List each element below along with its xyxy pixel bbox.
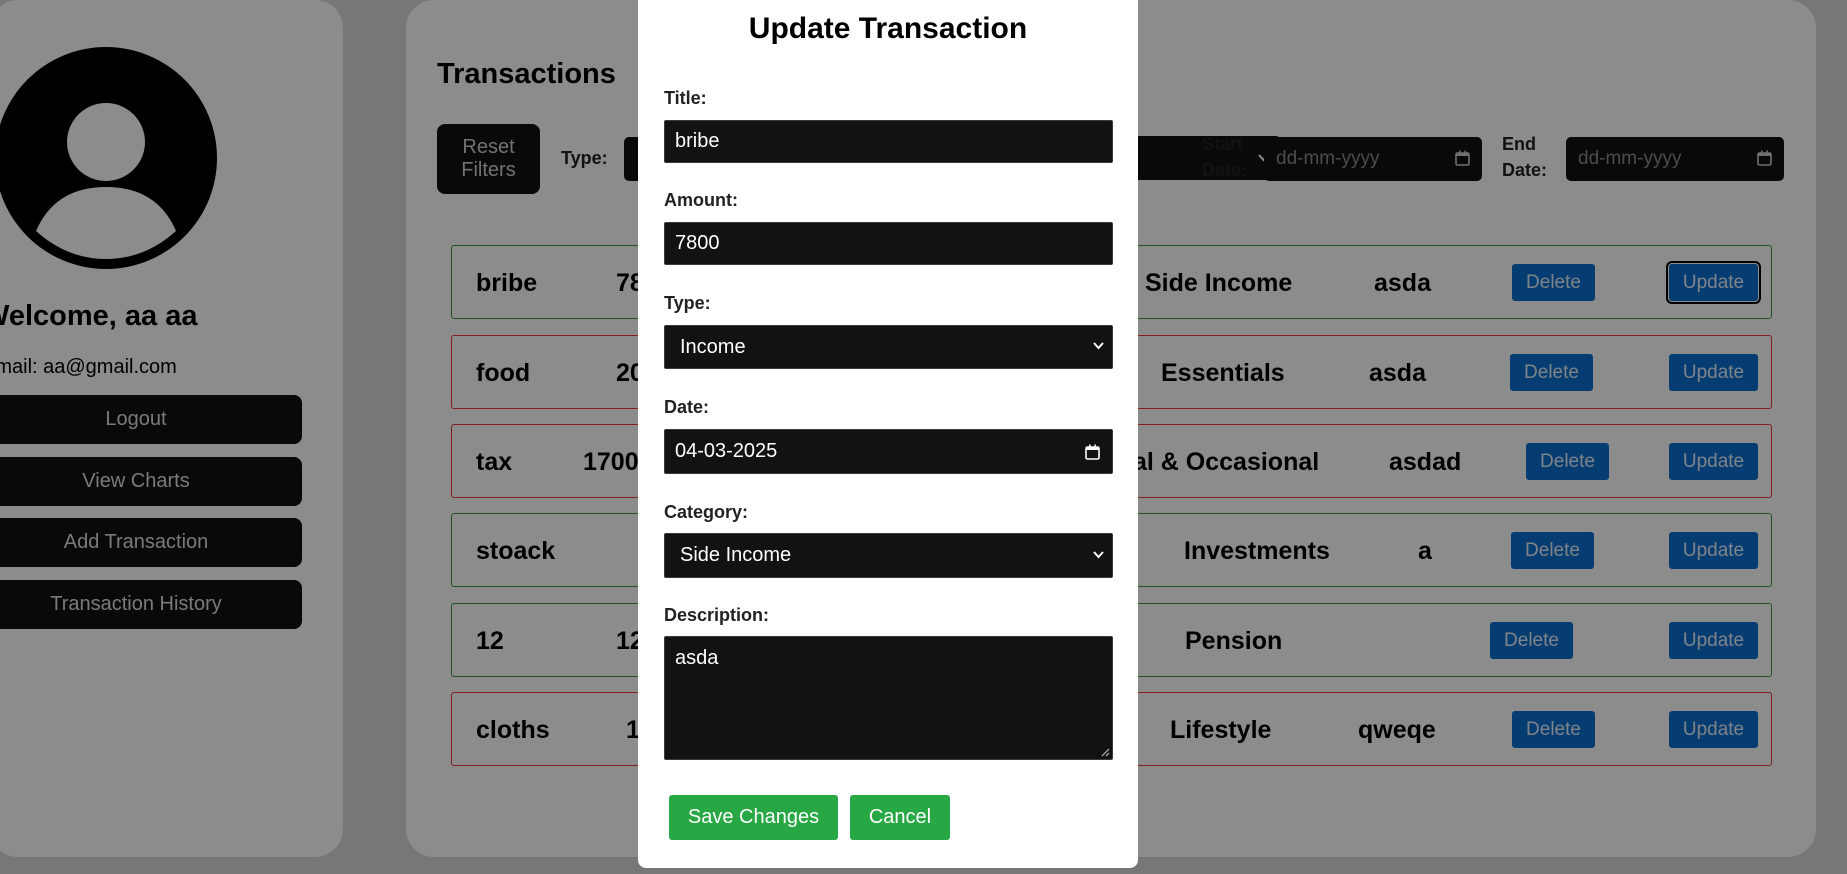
type-label: Type: <box>664 293 711 313</box>
modal-title: Update Transaction <box>748 12 1028 45</box>
category-label: Category: <box>664 502 749 522</box>
date-input[interactable]: 04-03-2025 <box>664 429 1113 474</box>
title-input[interactable]: bribe <box>664 120 1113 163</box>
page: Welcome, aa aa Email: aa@gmail.com Logou… <box>0 0 1847 874</box>
amount-input[interactable]: 7800 <box>664 222 1113 265</box>
category-select[interactable]: Side Income <box>664 533 1113 578</box>
date-input-value: 04-03-2025 <box>675 440 778 462</box>
description-label: Description: <box>664 605 770 625</box>
save-changes-button[interactable]: Save Changes <box>669 795 838 840</box>
chevron-down-icon <box>1093 342 1104 350</box>
date-label: Date: <box>664 397 710 417</box>
chevron-down-icon <box>1093 550 1104 558</box>
amount-label: Amount: <box>664 190 738 210</box>
cancel-button[interactable]: Cancel <box>850 795 950 840</box>
category-select-value: Side Income <box>680 544 792 566</box>
update-transaction-modal: Update Transaction Title: bribe Amount: … <box>638 0 1138 868</box>
description-value: asda <box>675 647 719 669</box>
title-label: Title: <box>664 88 707 108</box>
resize-handle-icon[interactable] <box>1101 748 1110 757</box>
calendar-icon[interactable] <box>1085 444 1100 460</box>
type-select[interactable]: Income <box>664 325 1113 369</box>
type-select-value: Income <box>680 335 746 358</box>
description-textarea[interactable]: asda <box>664 636 1113 760</box>
